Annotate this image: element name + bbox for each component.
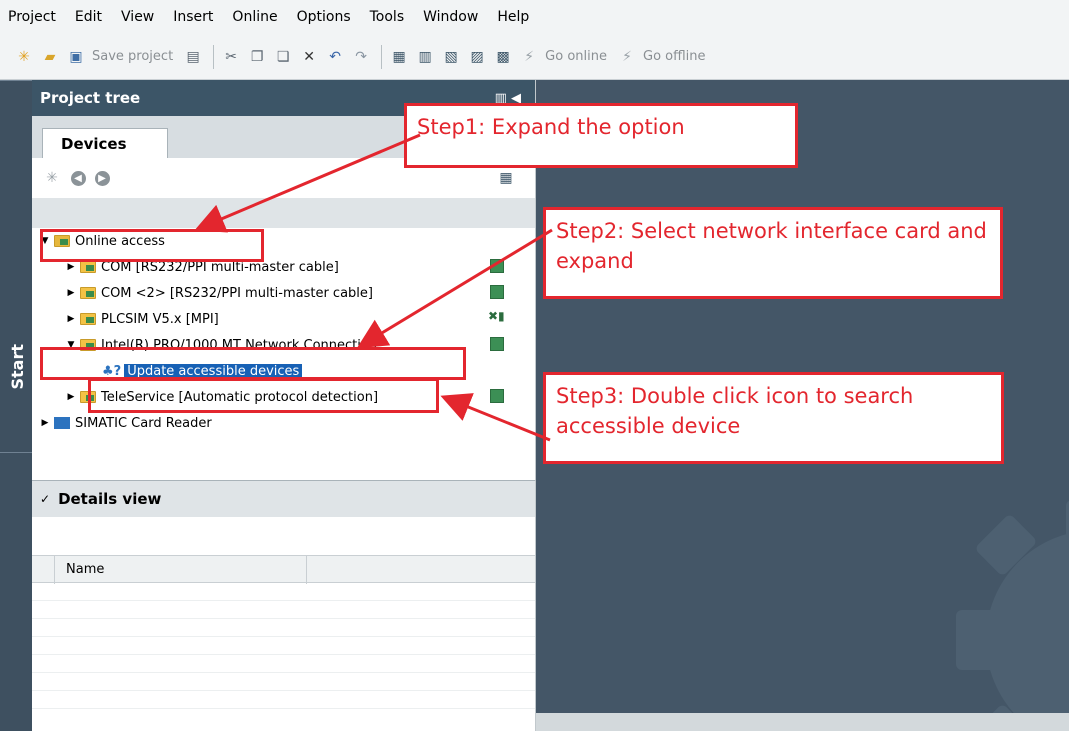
save-project-button[interactable]: Save project: [92, 49, 173, 64]
details-view-panel: ✓ Details view Name: [32, 480, 536, 731]
sidebar-divider: [0, 80, 32, 81]
go-online-button[interactable]: Go online: [545, 49, 607, 64]
sidebar-divider: [0, 452, 32, 453]
tree-item-label: SIMATIC Card Reader: [75, 415, 212, 431]
tree-item-com2[interactable]: ▶ COM <2> [RS232/PPI multi-master cable]: [32, 280, 536, 306]
collapsed-arrow-icon[interactable]: ▶: [66, 288, 76, 298]
toolbar-separator: [213, 44, 215, 69]
table-row: [32, 619, 535, 637]
project-tree-title: Project tree: [40, 89, 141, 107]
details-spacer: [32, 517, 535, 555]
collapsed-arrow-icon[interactable]: ▶: [66, 314, 76, 324]
paste-icon[interactable]: ❏: [273, 47, 293, 67]
disconnected-card-icon: ✖▮: [488, 309, 505, 323]
table-row: [32, 673, 535, 691]
start-sidebar[interactable]: Start: [0, 80, 32, 731]
folder-icon: [80, 313, 96, 325]
collapsed-arrow-icon[interactable]: ▶: [66, 262, 76, 272]
details-view-header[interactable]: ✓ Details view: [32, 481, 535, 517]
menu-window[interactable]: Window: [423, 9, 478, 25]
column-divider[interactable]: [306, 556, 307, 584]
highlight-network-connection: [40, 347, 466, 380]
start-label[interactable]: Start: [8, 344, 27, 390]
delete-icon[interactable]: ✕: [299, 47, 319, 67]
card-reader-icon: [54, 417, 70, 429]
go-offline-icon[interactable]: ⚡: [617, 47, 637, 67]
toolbar: ✳ ▰ ▣ Save project ▤ ✂ ❐ ❏ ✕ ↶ ↷ ▦ ▥ ▧ ▨…: [0, 34, 1069, 80]
table-row: [32, 583, 535, 601]
details-column-header: Name: [32, 555, 535, 584]
folder-icon: [80, 261, 96, 273]
view-options-icon[interactable]: ▦: [496, 168, 516, 188]
network-card-icon: [490, 389, 504, 403]
table-row: [32, 637, 535, 655]
network-card-icon: [490, 337, 504, 351]
add-device-icon[interactable]: ✳: [42, 168, 62, 188]
menu-online[interactable]: Online: [232, 9, 277, 25]
table-row: [32, 691, 535, 709]
collapsed-arrow-icon[interactable]: ▶: [66, 392, 76, 402]
undo-icon[interactable]: ↶: [325, 47, 345, 67]
monitor-icon[interactable]: ▨: [467, 47, 487, 67]
save-icon[interactable]: ▣: [66, 47, 86, 67]
compile-icon[interactable]: ▦: [389, 47, 409, 67]
column-name[interactable]: Name: [66, 562, 104, 577]
cut-icon[interactable]: ✂: [221, 47, 241, 67]
highlight-online-access: [40, 229, 264, 262]
menu-edit[interactable]: Edit: [75, 9, 102, 25]
menu-bar: Project Edit View Insert Online Options …: [0, 0, 1069, 34]
network-card-icon: [490, 285, 504, 299]
menu-help[interactable]: Help: [497, 9, 529, 25]
table-row: [32, 655, 535, 673]
tree-item-label: PLCSIM V5.x [MPI]: [101, 311, 219, 327]
column-divider: [54, 556, 55, 584]
menu-tools[interactable]: Tools: [370, 9, 405, 25]
highlight-update-devices: [88, 378, 439, 413]
upload-icon[interactable]: ▧: [441, 47, 461, 67]
menu-options[interactable]: Options: [297, 9, 351, 25]
callout-step1: Step1: Expand the option: [404, 103, 798, 168]
workspace-status-strip: [536, 713, 1069, 731]
tree-item-simatic-card-reader[interactable]: ▶ SIMATIC Card Reader: [32, 410, 536, 436]
folder-icon: [80, 287, 96, 299]
forward-icon[interactable]: ▶: [92, 168, 112, 188]
redo-icon[interactable]: ↷: [351, 47, 371, 67]
download-icon[interactable]: ▥: [415, 47, 435, 67]
open-project-icon[interactable]: ▰: [40, 47, 60, 67]
table-row: [32, 601, 535, 619]
callout-step3: Step3: Double click icon to search acces…: [543, 372, 1004, 464]
go-online-icon[interactable]: ⚡: [519, 47, 539, 67]
tree-item-plcsim[interactable]: ▶ PLCSIM V5.x [MPI] ✖▮: [32, 306, 536, 332]
toolbar-separator: [381, 44, 383, 69]
tab-devices[interactable]: Devices: [42, 128, 168, 158]
menu-insert[interactable]: Insert: [173, 9, 213, 25]
callout-step2: Step2: Select network interface card and…: [543, 207, 1003, 299]
menu-project[interactable]: Project: [8, 9, 56, 25]
copy-icon[interactable]: ❐: [247, 47, 267, 67]
back-icon[interactable]: ◀: [68, 168, 88, 188]
network-card-icon: [490, 259, 504, 273]
new-project-icon[interactable]: ✳: [14, 47, 34, 67]
tree-spacer: [32, 198, 535, 228]
chevron-down-icon[interactable]: ✓: [40, 492, 50, 506]
go-offline-button[interactable]: Go offline: [643, 49, 706, 64]
collapsed-arrow-icon[interactable]: ▶: [40, 418, 50, 428]
details-view-title: Details view: [58, 490, 162, 508]
simulation-icon[interactable]: ▩: [493, 47, 513, 67]
menu-view[interactable]: View: [121, 9, 154, 25]
print-icon[interactable]: ▤: [183, 47, 203, 67]
tree-item-label: COM <2> [RS232/PPI multi-master cable]: [101, 285, 373, 301]
